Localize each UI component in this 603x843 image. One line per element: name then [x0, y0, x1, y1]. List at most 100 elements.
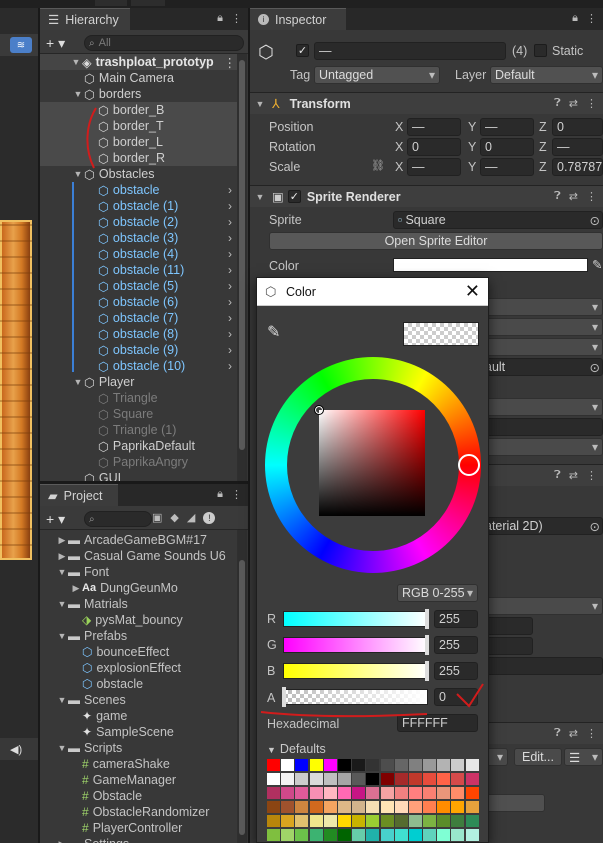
- hue-handle[interactable]: [458, 454, 480, 476]
- expand-arrow-icon[interactable]: ▼: [56, 631, 68, 641]
- inspector-tab[interactable]: i Inspector: [250, 8, 346, 30]
- color-swatch[interactable]: [309, 829, 323, 841]
- expand-arrow-icon[interactable]: ▼: [56, 695, 68, 705]
- sv-handle[interactable]: [314, 405, 324, 415]
- project-item[interactable]: ▼ ▬ Scripts: [40, 740, 236, 756]
- project-item[interactable]: # Obstacle: [40, 788, 236, 804]
- more-menu-icon[interactable]: ⋮: [224, 55, 237, 70]
- color-swatch[interactable]: [309, 815, 323, 827]
- object-picker-icon[interactable]: ⊙: [590, 213, 600, 228]
- project-item[interactable]: ▼ ▬ Scenes: [40, 692, 236, 708]
- expand-arrow-icon[interactable]: ▼: [72, 89, 84, 99]
- hidden-dropdown-1[interactable]: ▾: [480, 298, 603, 316]
- project-item[interactable]: # cameraShake: [40, 756, 236, 772]
- color-swatch[interactable]: [394, 759, 408, 771]
- color-swatch[interactable]: [423, 759, 437, 771]
- hierarchy-item[interactable]: ⬡ Square: [40, 406, 240, 422]
- more-menu-icon[interactable]: ⋮: [586, 97, 597, 110]
- color-swatch[interactable]: [423, 815, 437, 827]
- hierarchy-item[interactable]: ⬡ obstacle (8) ›: [40, 326, 240, 342]
- color-swatch[interactable]: [394, 829, 408, 841]
- hierarchy-item[interactable]: ⬡ obstacle (2) ›: [40, 214, 240, 230]
- lock-icon[interactable]: 🔒︎: [217, 488, 223, 501]
- color-swatch[interactable]: [323, 829, 337, 841]
- lock-icon[interactable]: 🔒︎: [217, 12, 223, 25]
- prefab-open-arrow-icon[interactable]: ›: [228, 295, 232, 309]
- hierarchy-item[interactable]: ⬡ obstacle (10) ›: [40, 358, 240, 374]
- hierarchy-item[interactable]: ⬡ PaprikaDefault: [40, 438, 240, 454]
- prefab-open-arrow-icon[interactable]: ›: [228, 311, 232, 325]
- color-swatch[interactable]: [337, 759, 351, 771]
- hierarchy-item[interactable]: ⬡ border_B: [40, 102, 240, 118]
- edit-button[interactable]: Edit...: [514, 748, 562, 766]
- material-field[interactable]: aterial 2D) ⊙: [480, 517, 603, 535]
- project-item[interactable]: ▶▬ Settings: [40, 836, 236, 843]
- color-swatch[interactable]: [281, 759, 295, 771]
- filter-by-type-icon[interactable]: ▣: [152, 511, 162, 524]
- hierarchy-item[interactable]: ⬡ obstacle (4) ›: [40, 246, 240, 262]
- color-swatch[interactable]: [465, 773, 479, 785]
- project-item[interactable]: # PlayerController: [40, 820, 236, 836]
- preset-icon[interactable]: ⇄: [569, 727, 578, 740]
- color-swatch[interactable]: [380, 787, 394, 799]
- expand-arrow-icon[interactable]: ▶: [70, 583, 82, 594]
- color-swatch[interactable]: [352, 759, 366, 771]
- hierarchy-item[interactable]: ⬡ Triangle (1): [40, 422, 240, 438]
- color-swatch[interactable]: [295, 759, 309, 771]
- project-item[interactable]: ▼ ▬ Matrials: [40, 596, 236, 612]
- expand-arrow-icon[interactable]: ▼: [56, 567, 68, 577]
- color-swatch[interactable]: [281, 787, 295, 799]
- project-item[interactable]: ⬡ explosionEffect: [40, 660, 236, 676]
- hierarchy-item[interactable]: ⬡ border_L: [40, 134, 240, 150]
- more-menu-icon[interactable]: ⋮: [586, 12, 597, 25]
- prefab-open-arrow-icon[interactable]: ›: [228, 215, 232, 229]
- g-slider[interactable]: [283, 637, 428, 653]
- preset-icon[interactable]: ⇄: [569, 190, 578, 203]
- color-swatch[interactable]: [465, 815, 479, 827]
- project-create-button[interactable]: + ▾: [46, 511, 65, 528]
- hierarchy-item[interactable]: ⬡ Main Camera: [40, 70, 240, 86]
- color-swatch[interactable]: [451, 815, 465, 827]
- color-swatch[interactable]: [366, 773, 380, 785]
- project-item[interactable]: ▶ Aa DungGeunMo: [40, 580, 236, 596]
- hierarchy-item[interactable]: ▼ ⬡ Obstacles: [40, 166, 240, 182]
- hierarchy-tab[interactable]: ☰ Hierarchy: [40, 8, 130, 30]
- color-swatch[interactable]: [352, 773, 366, 785]
- expand-arrow-icon[interactable]: ▶: [56, 551, 68, 562]
- prefab-open-arrow-icon[interactable]: ›: [228, 263, 232, 277]
- saturation-value-square[interactable]: [319, 410, 425, 516]
- lock-icon[interactable]: 🔒︎: [572, 12, 578, 25]
- color-swatch[interactable]: [465, 829, 479, 841]
- hierarchy-item[interactable]: ⬡ obstacle (9) ›: [40, 342, 240, 358]
- layer-dropdown[interactable]: Default ▾: [490, 66, 603, 84]
- color-swatch[interactable]: [451, 773, 465, 785]
- hierarchy-item[interactable]: ⬡ border_T: [40, 118, 240, 134]
- color-swatch[interactable]: [408, 801, 422, 813]
- color-swatch[interactable]: [281, 815, 295, 827]
- expand-arrow-icon[interactable]: ▶: [56, 535, 68, 546]
- hidden-dropdown-4[interactable]: ▾: [480, 398, 603, 416]
- hidden-dropdown-5[interactable]: ▾: [480, 438, 603, 456]
- sprite-renderer-header[interactable]: ▼ ▣ ✓ Sprite Renderer ❓︎ ⇄ ⋮: [250, 185, 603, 207]
- project-scrollbar[interactable]: [237, 530, 247, 843]
- expand-arrow-icon[interactable]: ▼: [56, 743, 68, 753]
- help-icon[interactable]: ❓︎: [554, 97, 561, 110]
- scene-root-row[interactable]: ▼ ◈ trashploat_prototyp ⋮: [40, 54, 240, 70]
- color-swatch[interactable]: [352, 815, 366, 827]
- color-swatch[interactable]: [366, 829, 380, 841]
- object-picker-icon[interactable]: ⊙: [590, 360, 600, 375]
- project-item[interactable]: # GameManager: [40, 772, 236, 788]
- hierarchy-item[interactable]: ⬡ obstacle (11) ›: [40, 262, 240, 278]
- color-swatch[interactable]: [337, 801, 351, 813]
- help-icon[interactable]: ❓︎: [554, 727, 561, 740]
- prefab-open-arrow-icon[interactable]: ›: [228, 231, 232, 245]
- project-item[interactable]: ▶ ▬ Casual Game Sounds U6: [40, 548, 236, 564]
- color-swatch[interactable]: [437, 787, 451, 799]
- hierarchy-item[interactable]: ⬡ obstacle (7) ›: [40, 310, 240, 326]
- project-search-input[interactable]: ⌕: [84, 511, 152, 527]
- sprite-object-field[interactable]: ▫ Square ⊙: [393, 211, 603, 229]
- color-swatch[interactable]: [451, 801, 465, 813]
- position-y-field[interactable]: —: [480, 118, 534, 136]
- scale-y-field[interactable]: —: [480, 158, 534, 176]
- close-icon[interactable]: ✕: [465, 281, 480, 302]
